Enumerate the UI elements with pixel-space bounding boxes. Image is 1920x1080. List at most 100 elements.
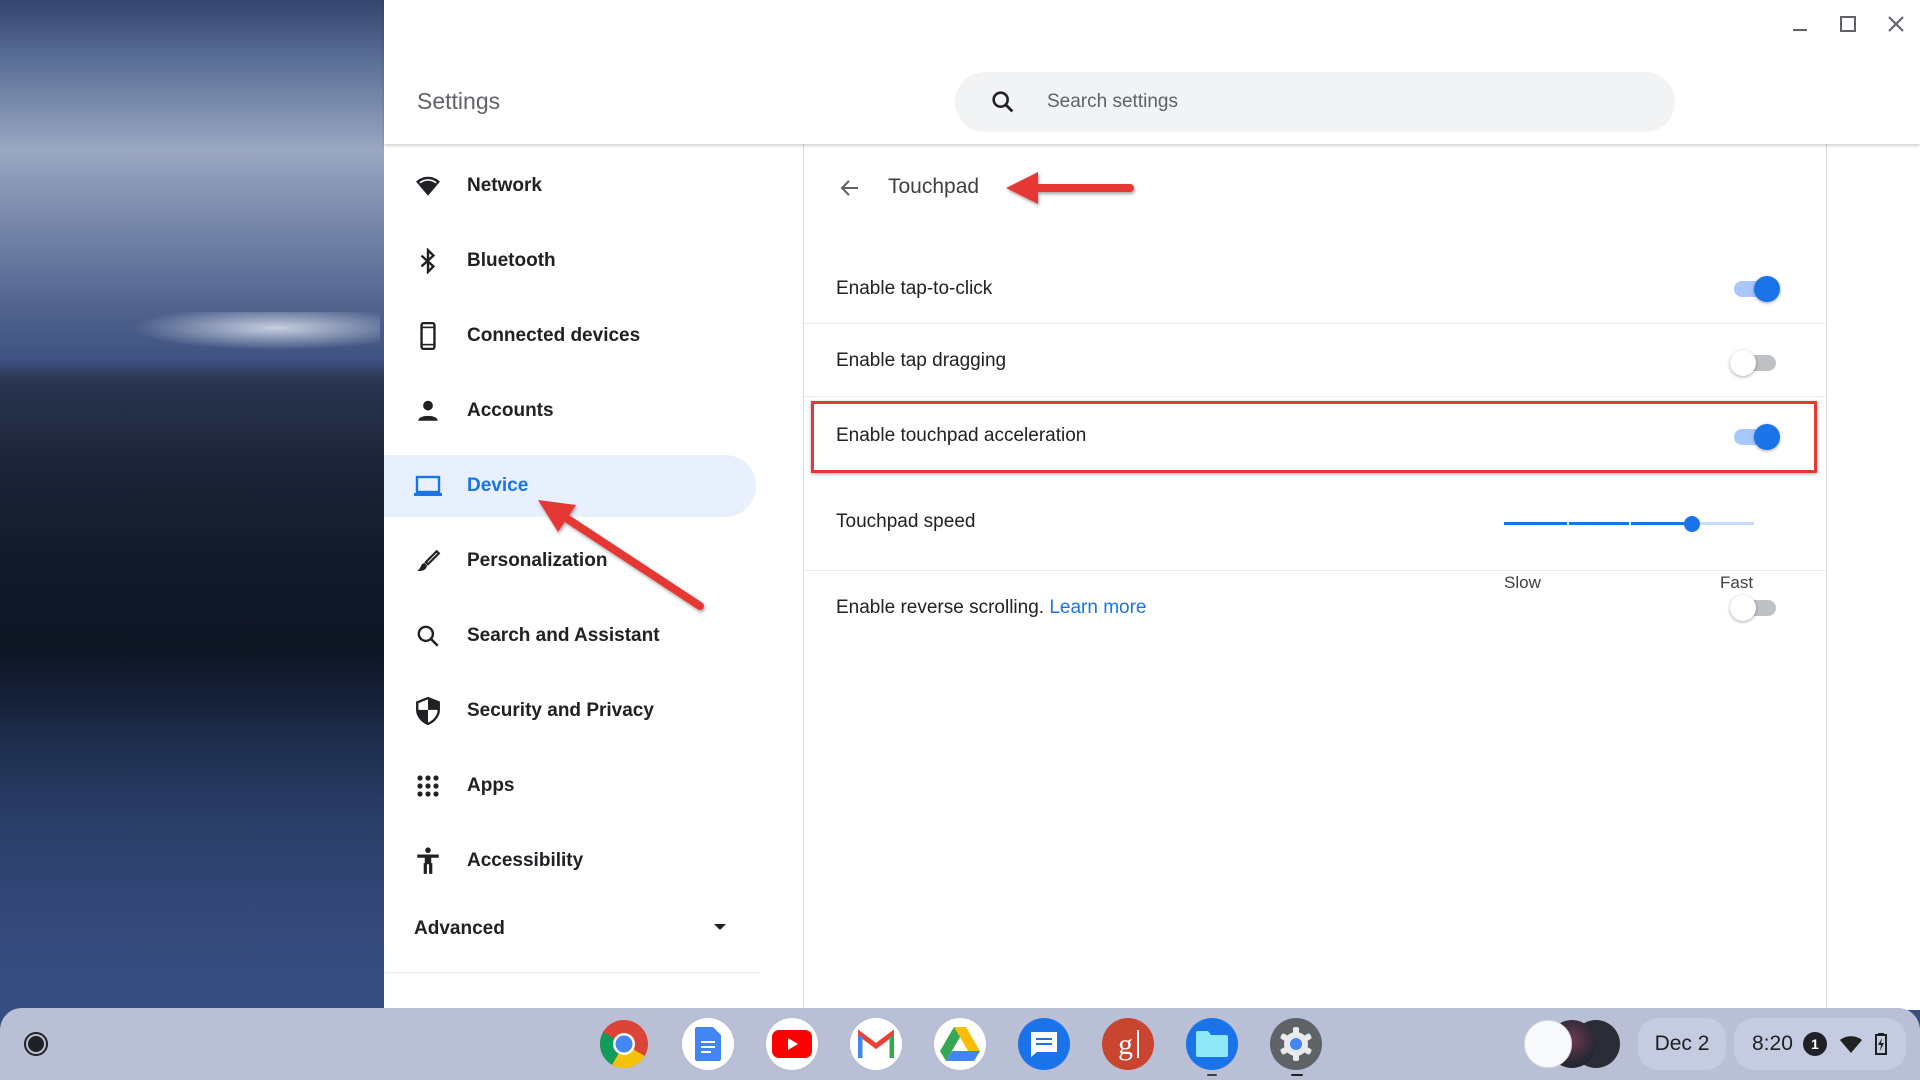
sidebar-item-device[interactable]: Device <box>384 455 756 517</box>
back-button[interactable] <box>832 170 868 206</box>
app-title: Settings <box>417 88 501 114</box>
setting-label: Touchpad speed <box>836 511 976 532</box>
shelf-app-youtube[interactable] <box>766 1018 818 1070</box>
g-app-icon: g <box>1118 1028 1139 1061</box>
setting-row-tap-to-click: Enable tap-to-click <box>804 252 1826 324</box>
tap-dragging-toggle[interactable] <box>1730 348 1780 376</box>
search-icon <box>992 91 1014 113</box>
shelf-app-chrome[interactable] <box>598 1018 650 1070</box>
sidebar-item-label: Accounts <box>467 400 554 421</box>
wifi-icon <box>1839 1036 1862 1053</box>
brush-icon <box>413 546 443 576</box>
setting-label: Enable tap-to-click <box>836 278 993 299</box>
sidebar-item-accessibility[interactable]: Accessibility <box>384 830 756 892</box>
tap-to-click-toggle[interactable] <box>1730 274 1780 302</box>
caret-down-icon <box>714 924 726 930</box>
page-title: Touchpad <box>888 175 980 198</box>
sidebar-item-network[interactable]: Network <box>384 155 756 217</box>
status-tray[interactable]: 8:20 1 <box>1734 1018 1906 1070</box>
sidebar-item-personalization[interactable]: Personalization <box>384 530 756 592</box>
settings-header: Settings <box>384 0 1920 144</box>
settings-gear-icon <box>1280 1027 1312 1061</box>
youtube-icon <box>772 1030 812 1058</box>
person-icon <box>413 396 443 426</box>
advanced-expander[interactable]: Advanced <box>384 904 756 954</box>
slider-knob[interactable] <box>1683 516 1700 532</box>
sidebar-item-label: Security and Privacy <box>467 700 654 721</box>
time-label: 8:20 <box>1752 1032 1793 1055</box>
date-tray[interactable]: Dec 2 <box>1638 1018 1726 1070</box>
touchpad-speed-slider[interactable] <box>1504 511 1764 537</box>
notification-badge: 1 <box>1802 1032 1827 1056</box>
settings-running-indicator <box>1291 1074 1303 1076</box>
shelf-app-g[interactable]: g <box>1102 1018 1154 1070</box>
slider-fill <box>1504 522 1692 525</box>
sidebar-item-label: Personalization <box>467 550 608 571</box>
shelf-app-gmail[interactable] <box>850 1018 902 1070</box>
setting-row-tap-dragging: Enable tap dragging <box>804 324 1826 397</box>
slider-tick <box>1566 522 1569 525</box>
launcher-button[interactable] <box>14 1022 58 1066</box>
apps-grid-icon <box>413 771 443 801</box>
laptop-icon <box>413 471 443 501</box>
shield-icon <box>413 696 443 726</box>
sidebar-item-label: Device <box>467 475 529 496</box>
back-arrow-icon <box>840 180 858 196</box>
sidebar-item-security-and-privacy[interactable]: Security and Privacy <box>384 680 756 742</box>
minimize-button[interactable] <box>1776 0 1824 48</box>
search-box[interactable] <box>955 72 1675 132</box>
maximize-button[interactable] <box>1824 0 1872 48</box>
touchpad-acceleration-toggle[interactable] <box>1730 422 1780 450</box>
sidebar-item-label: Search and Assistant <box>467 625 660 646</box>
sidebar-item-label: Network <box>467 175 542 196</box>
files-icon <box>1196 1031 1228 1057</box>
sidebar-divider <box>384 972 760 973</box>
shelf-app-docs[interactable] <box>682 1018 734 1070</box>
phone-icon <box>413 321 443 351</box>
sidebar-item-label: Apps <box>467 775 515 796</box>
wallpaper-snow-peak <box>120 312 380 352</box>
svg-text:g: g <box>1118 1028 1133 1061</box>
sidebar-item-search-and-assistant[interactable]: Search and Assistant <box>384 605 756 667</box>
setting-label: Enable tap dragging <box>836 350 1007 371</box>
learn-more-link[interactable]: Learn more <box>1049 597 1146 618</box>
sidebar-item-accounts[interactable]: Accounts <box>384 380 756 442</box>
minimize-icon <box>1793 29 1807 31</box>
setting-label: Enable touchpad acceleration <box>836 425 1087 446</box>
search-input[interactable] <box>1047 91 1607 113</box>
maximize-icon <box>1840 16 1856 32</box>
settings-window: Settings Network <box>384 0 1920 1010</box>
subpage-header: Touchpad <box>804 144 1826 228</box>
chrome-icon <box>599 1020 648 1069</box>
date-label: Dec 2 <box>1654 1032 1710 1055</box>
gmail-icon <box>858 1030 894 1058</box>
wifi-icon <box>413 171 443 201</box>
battery-icon <box>1874 1033 1887 1055</box>
sidebar-nav: Network Bluetooth Connected devices Acco… <box>384 144 804 1010</box>
shelf-app-drive[interactable] <box>934 1018 986 1070</box>
slider-tick <box>1629 522 1631 525</box>
reverse-scrolling-toggle[interactable] <box>1730 593 1780 621</box>
docs-icon <box>695 1027 721 1061</box>
sidebar-item-bluetooth[interactable]: Bluetooth <box>384 230 756 292</box>
shelf-app-files[interactable] <box>1186 1018 1238 1070</box>
holding-space-tray[interactable] <box>1524 1020 1620 1068</box>
messages-icon <box>1031 1032 1057 1057</box>
sidebar-item-connected-devices[interactable]: Connected devices <box>384 305 756 367</box>
sidebar-item-apps[interactable]: Apps <box>384 755 756 817</box>
sidebar-item-label: Bluetooth <box>467 250 556 271</box>
shelf-app-settings[interactable] <box>1270 1018 1322 1070</box>
sidebar-item-label: Accessibility <box>467 850 584 871</box>
close-icon <box>1888 16 1904 32</box>
files-running-indicator <box>1207 1074 1217 1076</box>
search-icon <box>413 621 443 651</box>
setting-row-touchpad-acceleration: Enable touchpad acceleration <box>804 397 1826 471</box>
setting-label: Enable reverse scrolling. Learn more <box>836 597 1147 619</box>
shelf-app-messages[interactable] <box>1018 1018 1070 1070</box>
setting-row-reverse-scrolling: Enable reverse scrolling. Learn more <box>804 571 1826 645</box>
close-button[interactable] <box>1872 0 1920 48</box>
setting-row-touchpad-speed: Touchpad speed Slow Fast <box>804 471 1826 592</box>
window-controls <box>1776 0 1920 50</box>
bluetooth-icon <box>413 246 443 276</box>
sidebar-item-label: Connected devices <box>467 325 641 346</box>
